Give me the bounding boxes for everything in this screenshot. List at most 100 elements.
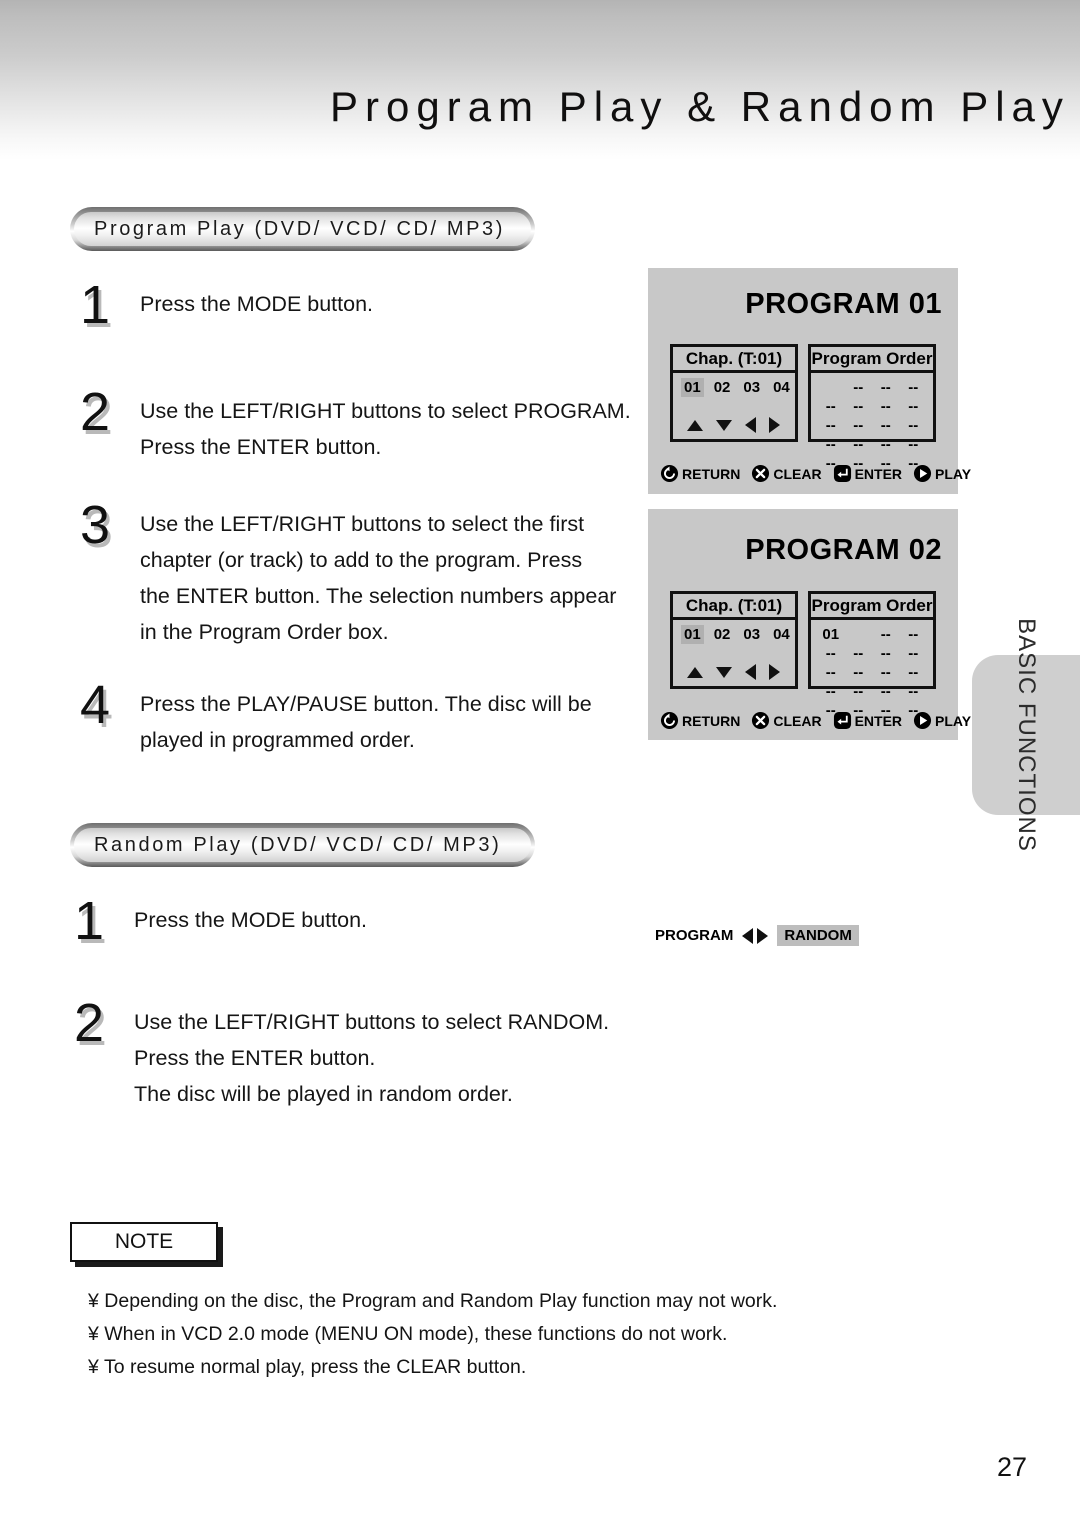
program-order-grid: 01 -- -- -- -- -- -- -- -- -- -- -- -- -…	[817, 626, 927, 719]
step-extra-text: The disc will be played in random order.	[134, 1082, 513, 1106]
order-cell: --	[853, 417, 864, 434]
note-badge: NOTE	[70, 1222, 218, 1262]
legend-clear[interactable]: CLEAR	[751, 711, 822, 730]
play-icon	[913, 464, 932, 483]
arrow-right-icon[interactable]	[769, 664, 780, 680]
legend-return[interactable]: RETURN	[660, 464, 740, 483]
order-cell: --	[853, 379, 864, 396]
enter-icon	[833, 711, 852, 730]
order-cell: --	[853, 436, 864, 453]
chapter-number[interactable]: 03	[740, 625, 763, 644]
page-title: Program Play & Random Play	[330, 83, 1070, 130]
osd-title: PROGRAM 02	[745, 534, 942, 566]
step-number: 2	[80, 382, 111, 442]
step-number: 1	[74, 891, 105, 951]
order-cell: --	[880, 683, 891, 700]
legend-label: CLEAR	[773, 465, 822, 482]
order-cell: --	[853, 683, 864, 700]
step-text: Use the LEFT/RIGHT buttons to select the…	[140, 512, 617, 644]
order-cell: --	[880, 398, 891, 415]
note-bullet: ¥	[88, 1323, 99, 1345]
osd-legend: RETURN CLEAR ENTER PLAY	[660, 464, 971, 483]
chapter-number-list: 01 02 03 04	[673, 620, 795, 644]
step-number: 1	[80, 275, 111, 335]
step-text: Press the PLAY/PAUSE button. The disc wi…	[140, 692, 592, 752]
arrow-down-icon[interactable]	[716, 419, 732, 431]
legend-play[interactable]: PLAY	[913, 711, 971, 730]
legend-enter[interactable]: ENTER	[833, 464, 902, 483]
chapter-number[interactable]: 04	[770, 378, 793, 397]
chapter-number[interactable]: 01	[681, 625, 704, 644]
order-cell: --	[853, 645, 864, 662]
note-line-2: ¥ When in VCD 2.0 mode (MENU ON mode), t…	[88, 1323, 727, 1346]
section-heading-label: Program Play (DVD/ VCD/ CD/ MP3)	[94, 217, 506, 240]
side-tab-basic-functions: BASIC FUNCTIONS	[972, 618, 1080, 852]
legend-return[interactable]: RETURN	[660, 711, 740, 730]
arrow-down-icon[interactable]	[716, 666, 732, 678]
legend-play[interactable]: PLAY	[913, 464, 971, 483]
order-cell: --	[908, 626, 919, 643]
header-gradient-band	[0, 0, 1080, 160]
chapter-number[interactable]: 03	[740, 378, 763, 397]
chapter-box-header: Chap. (T:01)	[673, 347, 795, 373]
arrow-left-icon[interactable]	[745, 664, 756, 680]
note-bullet: ¥	[88, 1356, 99, 1378]
order-cell: --	[825, 664, 836, 681]
order-cell	[817, 379, 845, 396]
legend-label: CLEAR	[773, 712, 822, 729]
chapter-box-header: Chap. (T:01)	[673, 594, 795, 620]
step-text: Press the MODE button.	[140, 292, 374, 316]
section-heading-program-play: Program Play (DVD/ VCD/ CD/ MP3)	[70, 207, 535, 251]
chapter-number[interactable]: 02	[711, 625, 734, 644]
arrow-left-icon[interactable]	[742, 927, 754, 944]
chapter-number-list: 01 02 03 04	[673, 373, 795, 397]
program-order-box: Program Order -- -- -- -- -- -- -- -- --…	[808, 344, 936, 472]
step-text: Press the MODE button.	[134, 908, 368, 932]
arrow-right-icon[interactable]	[757, 927, 769, 944]
order-cell: --	[908, 379, 919, 396]
order-cell: --	[825, 417, 836, 434]
chapter-number[interactable]: 02	[711, 378, 734, 397]
arrow-up-icon[interactable]	[687, 666, 703, 678]
order-cell: --	[908, 645, 919, 662]
mode-program-label[interactable]: PROGRAM	[655, 927, 733, 944]
section-heading-inner: Random Play (DVD/ VCD/ CD/ MP3)	[74, 828, 531, 862]
program-order-header: Program Order	[811, 594, 933, 620]
mode-random-label[interactable]: RANDOM	[777, 925, 859, 946]
note-line-3: ¥ To resume normal play, press the CLEAR…	[88, 1356, 526, 1379]
clear-icon	[751, 464, 770, 483]
order-cell: --	[880, 664, 891, 681]
osd-screen-program-01: PROGRAM 01 Chap. (T:01) 01 02 03 04 Prog…	[648, 268, 971, 494]
order-cell: --	[880, 417, 891, 434]
play-icon	[913, 711, 932, 730]
legend-label: PLAY	[935, 465, 972, 482]
osd-screen-program-02: PROGRAM 02 Chap. (T:01) 01 02 03 04 Prog…	[648, 509, 971, 740]
note-line-1: ¥ Depending on the disc, the Program and…	[88, 1290, 777, 1313]
legend-label: PLAY	[935, 712, 972, 729]
legend-clear[interactable]: CLEAR	[751, 464, 822, 483]
legend-enter[interactable]: ENTER	[833, 711, 902, 730]
chapter-number[interactable]: 04	[770, 625, 793, 644]
step-text: Use the LEFT/RIGHT buttons to select RAN…	[134, 1010, 610, 1070]
arrow-up-icon[interactable]	[687, 419, 703, 431]
arrow-left-icon[interactable]	[745, 417, 756, 433]
osd-title: PROGRAM 01	[745, 288, 942, 320]
order-cell: --	[908, 417, 919, 434]
order-cell: --	[908, 398, 919, 415]
legend-label: ENTER	[854, 712, 903, 729]
order-cell: --	[908, 683, 919, 700]
order-cell: --	[825, 436, 836, 453]
note-text: To resume normal play, press the CLEAR b…	[103, 1356, 527, 1378]
program-order-header: Program Order	[811, 347, 933, 373]
step-number: 2	[74, 993, 105, 1053]
chapter-number[interactable]: 01	[681, 378, 704, 397]
order-cell: --	[908, 436, 919, 453]
note-text: Depending on the disc, the Program and R…	[104, 1290, 778, 1312]
return-icon	[660, 464, 679, 483]
osd-legend: RETURN CLEAR ENTER PLAY	[660, 711, 971, 730]
note-text: When in VCD 2.0 mode (MENU ON mode), the…	[104, 1323, 728, 1345]
arrow-right-icon[interactable]	[769, 417, 780, 433]
order-cell: --	[825, 683, 836, 700]
step-number: 4	[80, 675, 111, 735]
legend-label: ENTER	[854, 465, 903, 482]
